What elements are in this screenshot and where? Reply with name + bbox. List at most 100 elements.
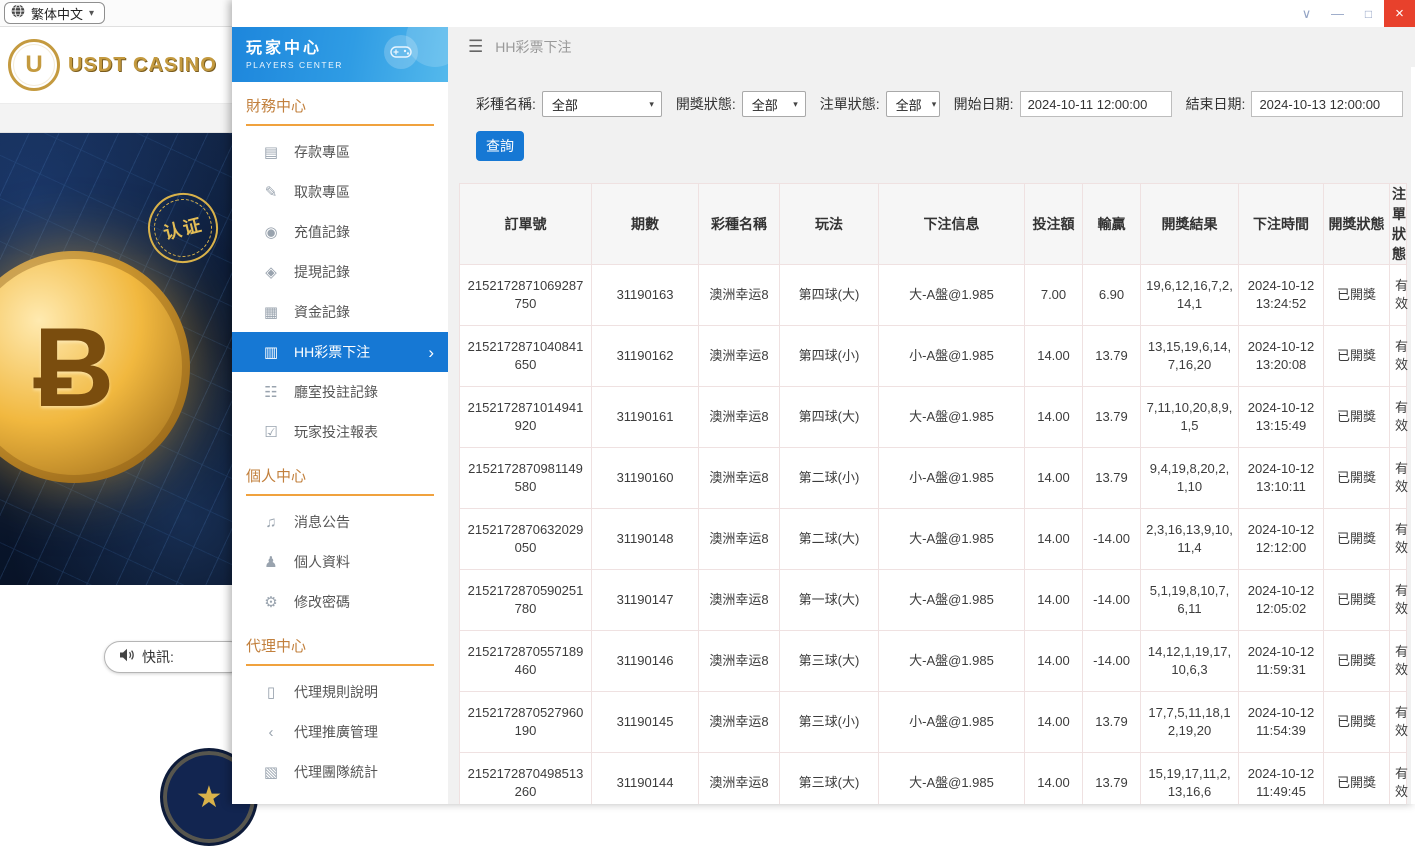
table-row: 215217287104084165031190162澳洲幸运8第四球(小)小-… (460, 326, 1407, 387)
table-cell: 第三球(小) (780, 692, 879, 753)
sidebar-item-label: 個人資料 (294, 552, 350, 572)
table-cell: 第四球(大) (780, 387, 879, 448)
table-cell: 13.79 (1083, 753, 1141, 805)
window-collapse-button[interactable]: ∨ (1291, 0, 1322, 27)
sidebar-item-hh-lottery-bets[interactable]: ▥HH彩票下注› (232, 332, 448, 372)
bet-status-select[interactable]: 全部 ▾ (886, 91, 940, 117)
table-cell: 19,6,12,16,7,2,14,1 (1141, 265, 1239, 326)
sidebar-item-change-password[interactable]: ⚙ 修改密碼 (232, 582, 448, 622)
sidebar-item-player-bet-report[interactable]: ☑玩家投注報表 (232, 412, 448, 452)
sidebar-item-withdraw-zone[interactable]: ✎ 取款專區 (232, 172, 448, 212)
sidebar-item-label: 取款專區 (294, 182, 350, 202)
sidebar-item-agent-rules[interactable]: ▯代理規則說明 (232, 672, 448, 712)
table-cell: 14.00 (1025, 753, 1083, 805)
table-row: 215217287055718946031190146澳洲幸运8第三球(大)大-… (460, 631, 1407, 692)
table-cell: 已開獎 (1324, 753, 1390, 805)
column-header: 輸贏 (1083, 184, 1141, 265)
window-maximize-button[interactable]: □ (1353, 0, 1384, 27)
table-cell: 2024-10-12 12:12:00 (1239, 509, 1324, 570)
profile-icon: ♟ (262, 553, 280, 571)
column-header: 注單狀態 (1390, 184, 1407, 265)
window-close-button[interactable]: × (1384, 0, 1415, 27)
table-cell: 小-A盤@1.985 (879, 448, 1025, 509)
search-button[interactable]: 查詢 (476, 131, 524, 161)
table-cell: 澳洲幸运8 (699, 509, 780, 570)
table-cell: 第四球(大) (780, 265, 879, 326)
table-row: 215217287106928775031190163澳洲幸运8第四球(大)大-… (460, 265, 1407, 326)
table-cell: 2024-10-12 13:15:49 (1239, 387, 1324, 448)
table-cell: 13,15,19,6,14,7,16,20 (1141, 326, 1239, 387)
table-cell: 第四球(小) (780, 326, 879, 387)
table-cell: 2024-10-12 13:10:11 (1239, 448, 1324, 509)
table-row: 215217287059025178031190147澳洲幸运8第一球(大)大-… (460, 570, 1407, 631)
column-header: 下注信息 (879, 184, 1025, 265)
announcements-icon: ♫ (262, 514, 280, 531)
table-cell: 已開獎 (1324, 387, 1390, 448)
table-cell: 13.79 (1083, 326, 1141, 387)
draw-status-label: 開獎狀態: (676, 94, 736, 114)
table-row: 215217287052796019031190145澳洲幸运8第三球(小)小-… (460, 692, 1407, 753)
sidebar-item-label: 充值記錄 (294, 222, 350, 242)
sidebar-item-agent-team-stats[interactable]: ▧代理團隊統計 (232, 752, 448, 792)
table-cell: 大-A盤@1.985 (879, 387, 1025, 448)
minimize-icon: — (1331, 6, 1344, 21)
sidebar-item-label: 修改密碼 (294, 592, 350, 612)
table-cell: 有效 (1390, 692, 1407, 753)
sidebar-item-funds-records[interactable]: ▦資金記錄 (232, 292, 448, 332)
table-cell: 小-A盤@1.985 (879, 692, 1025, 753)
table-cell: 已開獎 (1324, 326, 1390, 387)
sidebar-item-deposit-zone[interactable]: ▤存款專區 (232, 132, 448, 172)
table-cell: 澳洲幸运8 (699, 753, 780, 805)
table-cell: 14.00 (1025, 692, 1083, 753)
table-cell: 澳洲幸运8 (699, 387, 780, 448)
table-cell: 澳洲幸运8 (699, 448, 780, 509)
bitcoin-symbol: Ƀ (34, 303, 115, 432)
table-cell: 澳洲幸运8 (699, 692, 780, 753)
sidebar-item-profile[interactable]: ♟ 個人資料 (232, 542, 448, 582)
table-cell: 2152172871069287750 (460, 265, 592, 326)
start-date-label: 開始日期: (954, 94, 1014, 114)
table-cell: 13.79 (1083, 448, 1141, 509)
table-cell: 已開獎 (1324, 692, 1390, 753)
withdraw-zone-icon: ✎ (262, 183, 280, 201)
recharge-records-icon: ◉ (262, 223, 280, 241)
sidebar-item-room-bet-records[interactable]: ☷廳室投註記錄 (232, 372, 448, 412)
news-ticker[interactable]: 快訊: (104, 641, 246, 673)
table-cell: 31190162 (592, 326, 699, 387)
table-cell: 31190147 (592, 570, 699, 631)
table-cell: 31190148 (592, 509, 699, 570)
sidebar-item-recharge-records[interactable]: ◉ 充值記錄 (232, 212, 448, 252)
chevron-right-icon: › (428, 344, 434, 361)
table-cell: 9,4,19,8,20,2,1,10 (1141, 448, 1239, 509)
table-cell: 17,7,5,11,18,12,19,20 (1141, 692, 1239, 753)
table-row: 215217287098114958031190160澳洲幸运8第二球(小)小-… (460, 448, 1407, 509)
menu-toggle-icon[interactable]: ☰ (468, 37, 483, 57)
table-cell: 大-A盤@1.985 (879, 509, 1025, 570)
column-header: 彩種名稱 (699, 184, 780, 265)
speaker-icon (119, 648, 135, 667)
column-header: 下注時間 (1239, 184, 1324, 265)
table-cell: 14.00 (1025, 509, 1083, 570)
table-cell: 2152172871040841650 (460, 326, 592, 387)
table-cell: 第二球(大) (780, 509, 879, 570)
table-cell: 2152172871014941920 (460, 387, 592, 448)
table-cell: 大-A盤@1.985 (879, 753, 1025, 805)
agent-rules-icon: ▯ (262, 683, 280, 701)
table-cell: 已開獎 (1324, 448, 1390, 509)
scrollbar[interactable] (1411, 67, 1415, 804)
end-date-input[interactable] (1251, 91, 1403, 117)
bets-table-container: 訂單號期數彩種名稱玩法下注信息投注額輸贏開獎結果下注時間開獎狀態注單狀態 215… (459, 183, 1407, 804)
column-header: 玩法 (780, 184, 879, 265)
change-password-icon: ⚙ (262, 593, 280, 611)
lottery-name-select[interactable]: 全部 ▾ (542, 91, 662, 117)
table-cell: 小-A盤@1.985 (879, 326, 1025, 387)
sidebar-item-agent-promotion[interactable]: ‹代理推廣管理 (232, 712, 448, 752)
agent-team-stats-icon: ▧ (262, 763, 280, 781)
sidebar-item-withdrawal-records[interactable]: ◈提現記錄 (232, 252, 448, 292)
table-row: 215217287063202905031190148澳洲幸运8第二球(大)大-… (460, 509, 1407, 570)
draw-status-select[interactable]: 全部 ▾ (742, 91, 806, 117)
window-minimize-button[interactable]: — (1322, 0, 1353, 27)
start-date-input[interactable] (1020, 91, 1172, 117)
sidebar-item-announcements[interactable]: ♫消息公告 (232, 502, 448, 542)
language-selector[interactable]: 繁体中文 ▾ (4, 2, 105, 24)
